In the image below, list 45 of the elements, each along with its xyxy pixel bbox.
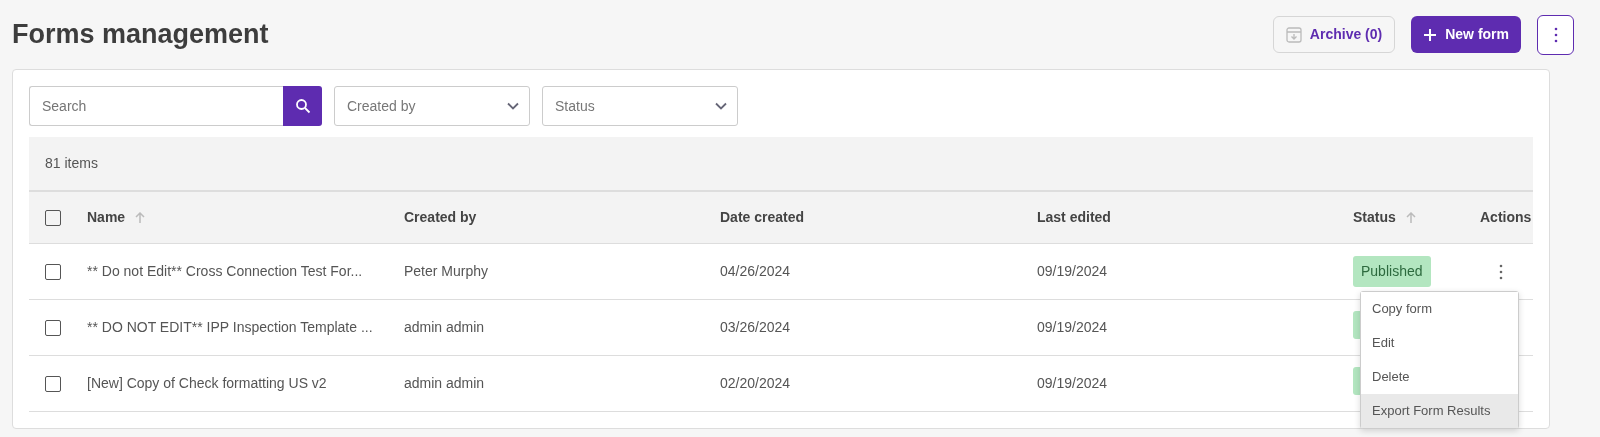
page-title: Forms management bbox=[12, 18, 269, 51]
status-badge: Published bbox=[1353, 256, 1431, 287]
column-header: Actions bbox=[1480, 208, 1532, 227]
row-checkbox[interactable] bbox=[45, 375, 61, 392]
table-cell-text: 03/26/2024 bbox=[720, 318, 792, 337]
new-form-button[interactable]: New form bbox=[1411, 16, 1521, 53]
column-header[interactable]: Name bbox=[87, 207, 126, 228]
menu-item[interactable]: Delete bbox=[1361, 360, 1518, 394]
table-cell-text: Peter Murphy bbox=[404, 262, 490, 281]
table-cell-text: 09/19/2024 bbox=[1037, 262, 1109, 281]
column-header[interactable]: Status bbox=[1353, 207, 1396, 228]
filter-dropdown[interactable]: Created by bbox=[334, 86, 530, 126]
item-count: 81 items bbox=[45, 154, 98, 173]
table-cell-text: 09/19/2024 bbox=[1037, 374, 1109, 393]
filter-dropdown[interactable]: Status bbox=[542, 86, 738, 126]
table-cell-text: 09/19/2024 bbox=[1037, 318, 1109, 337]
menu-item[interactable]: Copy form bbox=[1361, 292, 1518, 326]
vertical-dots-icon bbox=[1553, 27, 1558, 44]
search-field[interactable]: Search bbox=[29, 86, 283, 126]
row-checkbox[interactable] bbox=[45, 263, 61, 280]
plus-icon bbox=[1423, 27, 1438, 42]
archive-icon bbox=[1285, 26, 1302, 43]
sort-arrow-icon bbox=[1405, 211, 1416, 224]
sort-arrow-icon bbox=[135, 211, 146, 224]
table-cell-text: admin admin bbox=[404, 374, 486, 393]
table-cell-text: 02/20/2024 bbox=[720, 374, 792, 393]
column-header: Last edited bbox=[1037, 208, 1111, 227]
column-header: Date created bbox=[720, 208, 805, 227]
chevron-down-icon bbox=[715, 102, 727, 110]
search-icon bbox=[294, 98, 311, 114]
table-cell-text: 04/26/2024 bbox=[720, 262, 792, 281]
menu-item[interactable]: Export Form Results bbox=[1361, 394, 1518, 428]
select-all-checkbox[interactable] bbox=[45, 209, 61, 226]
column-header: Created by bbox=[404, 208, 477, 227]
table-cell-text: admin admin bbox=[404, 318, 486, 337]
chevron-down-icon bbox=[507, 102, 519, 110]
form-name[interactable]: [New] Copy of Check formatting US v2 bbox=[87, 373, 404, 394]
archive-button[interactable]: Archive (0) bbox=[1272, 16, 1396, 53]
row-checkbox[interactable] bbox=[45, 319, 61, 336]
form-name[interactable]: ** Do not Edit** Cross Connection Test For... bbox=[87, 261, 404, 282]
search-button[interactable] bbox=[283, 86, 322, 126]
more-options-button[interactable] bbox=[1537, 14, 1574, 55]
form-name[interactable]: ** DO NOT EDIT** IPP Inspection Template ... bbox=[87, 317, 404, 338]
menu-item[interactable]: Edit bbox=[1361, 326, 1518, 360]
vertical-dots-icon bbox=[1499, 264, 1503, 281]
